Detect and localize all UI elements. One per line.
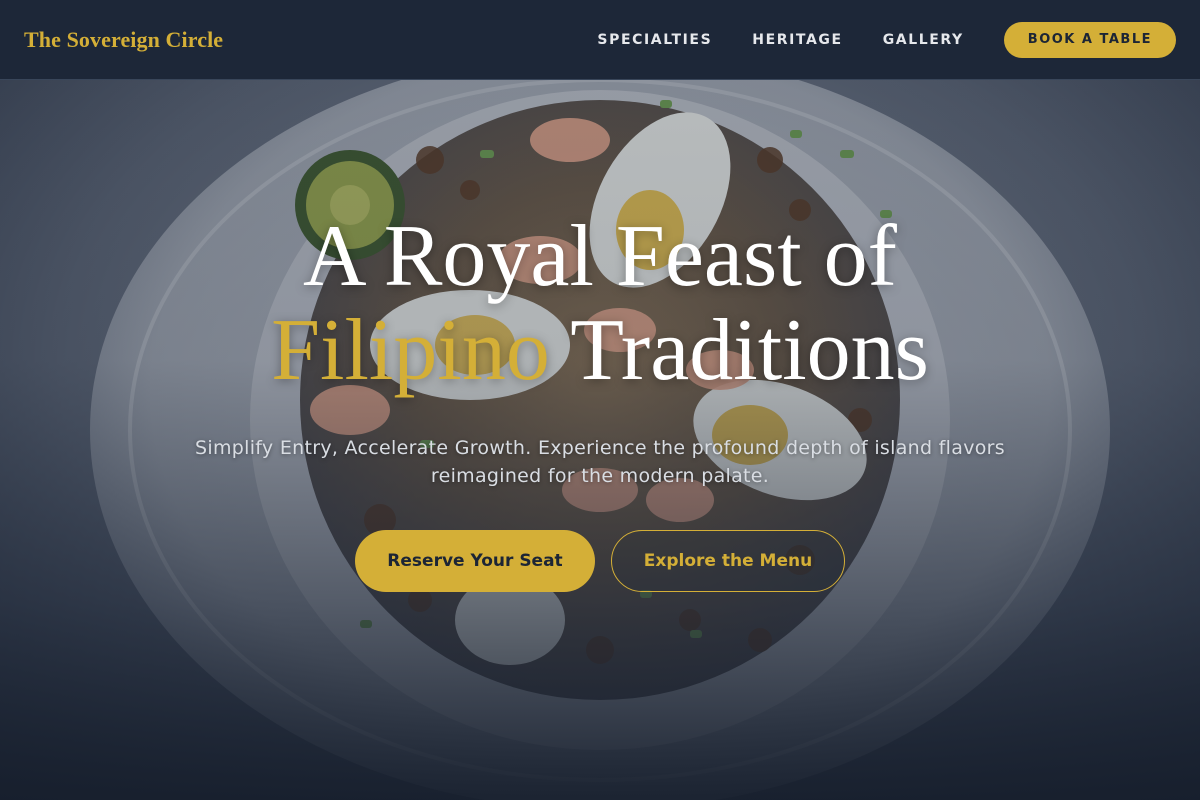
brand-logo[interactable]: The Sovereign Circle xyxy=(24,27,223,53)
hero-subtitle: Simplify Entry, Accelerate Growth. Exper… xyxy=(195,437,1005,487)
hero-title-rest: Traditions xyxy=(570,302,929,399)
hero-title-accent: Filipino xyxy=(271,302,550,399)
nav-link-specialties[interactable]: SPECIALTIES xyxy=(597,32,712,48)
book-a-table-button[interactable]: BOOK A TABLE xyxy=(1003,21,1176,58)
hero-actions: Reserve Your Seat Explore the Menu xyxy=(0,530,1200,592)
hero-section: A Royal Feast of Filipino Traditions Sim… xyxy=(0,210,1200,592)
landing-page: The Sovereign Circle SPECIALTIES HERITAG… xyxy=(0,0,1200,800)
reserve-seat-button[interactable]: Reserve Your Seat xyxy=(355,530,595,592)
hero-title-line1: A Royal Feast of xyxy=(303,208,897,305)
nav-link-gallery[interactable]: GALLERY xyxy=(883,32,964,48)
explore-menu-button[interactable]: Explore the Menu xyxy=(611,530,845,592)
top-navigation: The Sovereign Circle SPECIALTIES HERITAG… xyxy=(0,0,1200,80)
nav-link-heritage[interactable]: HERITAGE xyxy=(752,32,842,48)
hero-title: A Royal Feast of Filipino Traditions xyxy=(0,210,1200,398)
nav-menu: SPECIALTIES HERITAGE GALLERY BOOK A TABL… xyxy=(597,21,1176,58)
